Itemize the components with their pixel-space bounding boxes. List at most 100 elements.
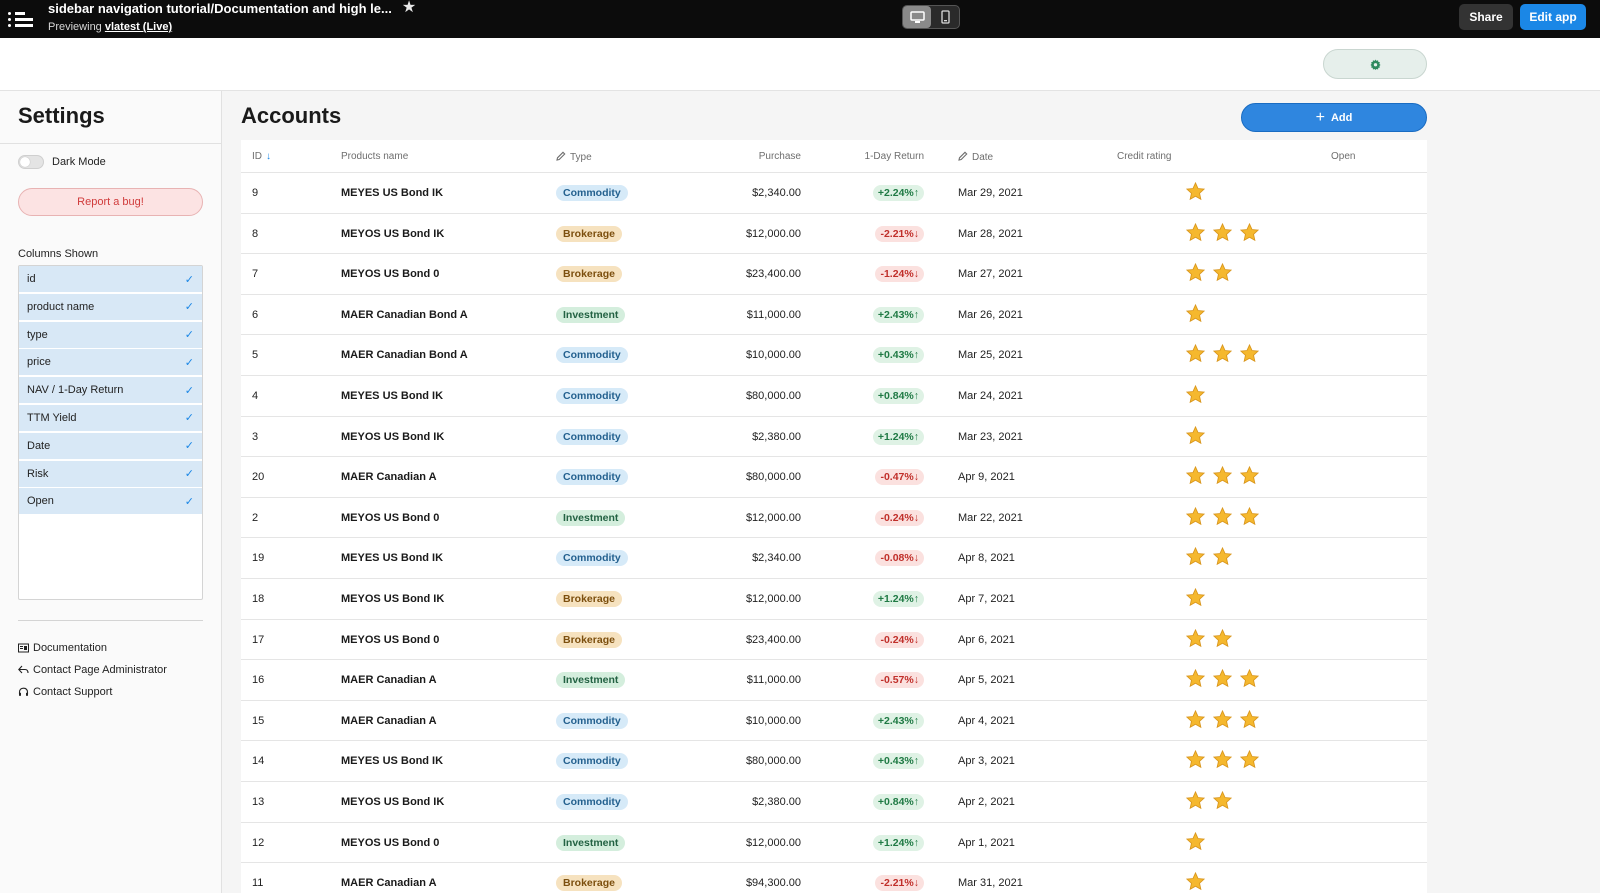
star-icon[interactable]: [1185, 343, 1206, 367]
star-icon[interactable]: [1185, 262, 1206, 286]
version-link[interactable]: vlatest (Live): [105, 21, 172, 33]
star-icon[interactable]: [1185, 425, 1206, 449]
column-option-ttm-yield[interactable]: TTM Yield ✓: [19, 404, 202, 431]
star-icon[interactable]: [1185, 465, 1206, 489]
star-icon[interactable]: [1212, 668, 1233, 692]
star-icon[interactable]: [1212, 343, 1233, 367]
star-icon[interactable]: [1212, 628, 1233, 652]
return-badge: +1.24%↑: [872, 428, 924, 445]
column-header-purchase[interactable]: Purchase: [681, 151, 801, 162]
type-badge: Investment: [556, 834, 626, 851]
cell-type: Commodity: [556, 701, 628, 741]
table-row[interactable]: 18 MEYOS US Bond IK Brokerage $12,000.00 +1.…: [241, 579, 1427, 620]
table-row[interactable]: 17 MEYOS US Bond 0 Brokerage $23,400.00 -0.2…: [241, 620, 1427, 661]
table-row[interactable]: 7 MEYOS US Bond 0 Brokerage $23,400.00 -1.24…: [241, 254, 1427, 295]
cell-credit-rating: [1185, 620, 1233, 660]
star-icon[interactable]: [1185, 506, 1206, 530]
edit-app-button[interactable]: Edit app: [1520, 4, 1586, 30]
star-icon[interactable]: [1212, 465, 1233, 489]
table-row[interactable]: 15 MAER Canadian A Commodity $10,000.00 +2.4…: [241, 701, 1427, 742]
star-icon[interactable]: [1185, 181, 1206, 205]
column-option-nav[interactable]: NAV / 1-Day Return ✓: [19, 377, 202, 404]
column-option-price[interactable]: price ✓: [19, 349, 202, 376]
table-row[interactable]: 8 MEYOS US Bond IK Brokerage $12,000.00 -2.2…: [241, 214, 1427, 255]
star-icon[interactable]: [1185, 790, 1206, 814]
column-option-label: product name: [27, 300, 95, 313]
star-icon[interactable]: [1212, 506, 1233, 530]
star-icon[interactable]: [1212, 790, 1233, 814]
star-icon[interactable]: [1185, 749, 1206, 773]
table-row[interactable]: 20 MAER Canadian A Commodity $80,000.00 -0.4…: [241, 457, 1427, 498]
page-title: Accounts: [241, 103, 342, 128]
star-icon[interactable]: [1185, 587, 1206, 611]
star-icon[interactable]: [1185, 384, 1206, 408]
star-icon[interactable]: [1239, 506, 1260, 530]
column-option-id[interactable]: id ✓: [19, 266, 202, 292]
column-header-name[interactable]: Products name: [341, 151, 408, 162]
star-icon[interactable]: [1185, 668, 1206, 692]
dark-mode-switch[interactable]: [18, 155, 44, 169]
table-row[interactable]: 6 MAER Canadian Bond A Investment $11,000.0…: [241, 295, 1427, 336]
app-menu-icon[interactable]: [8, 8, 38, 30]
column-option-type[interactable]: type ✓: [19, 321, 202, 348]
arrow-down-icon: ↓: [913, 268, 919, 281]
type-badge: Investment: [556, 672, 626, 689]
table-row[interactable]: 9 MEYES US Bond IK Commodity $2,340.00 +2.24…: [241, 173, 1427, 214]
star-icon[interactable]: [1212, 749, 1233, 773]
star-icon[interactable]: [1212, 222, 1233, 246]
table-row[interactable]: 13 MEYOS US Bond IK Commodity $2,380.00 +0.8…: [241, 782, 1427, 823]
star-icon[interactable]: [1239, 222, 1260, 246]
star-icon[interactable]: [1239, 343, 1260, 367]
star-icon[interactable]: [1185, 871, 1206, 893]
column-option-product-name[interactable]: product name ✓: [19, 293, 202, 320]
cell-id: 8: [252, 227, 259, 240]
contact-support-link[interactable]: Contact Support: [18, 681, 167, 703]
table-row[interactable]: 12 MEYOS US Bond 0 Investment $12,000.00 +1.…: [241, 823, 1427, 864]
star-icon[interactable]: ★: [402, 0, 416, 16]
mobile-view-icon[interactable]: [931, 6, 959, 28]
share-button[interactable]: Share: [1459, 4, 1513, 30]
contact-admin-link[interactable]: Contact Page Administrator: [18, 659, 167, 681]
settings-button[interactable]: [1323, 49, 1427, 79]
star-icon[interactable]: [1239, 749, 1260, 773]
report-bug-button[interactable]: Report a bug!: [18, 188, 203, 216]
documentation-link[interactable]: Documentation: [18, 637, 167, 659]
add-button[interactable]: + Add: [1241, 103, 1427, 132]
desktop-view-icon[interactable]: [903, 6, 931, 28]
star-icon[interactable]: [1185, 628, 1206, 652]
table-row[interactable]: 19 MEYES US Bond IK Commodity $2,340.00 -0.0…: [241, 538, 1427, 579]
dark-mode-toggle[interactable]: Dark Mode: [18, 155, 106, 169]
star-icon[interactable]: [1185, 303, 1206, 327]
column-header-id[interactable]: ID ↓: [252, 151, 271, 162]
table-row[interactable]: 3 MEYOS US Bond IK Commodity $2,380.00 +1.24…: [241, 417, 1427, 458]
table-row[interactable]: 14 MEYES US Bond IK Commodity $80,000.00 +0.…: [241, 741, 1427, 782]
star-icon[interactable]: [1212, 262, 1233, 286]
column-header-rating[interactable]: Credit rating: [1117, 151, 1171, 162]
column-header-return[interactable]: 1-Day Return: [821, 151, 924, 162]
star-icon[interactable]: [1212, 546, 1233, 570]
cell-return: -1.24%↓: [821, 254, 924, 294]
table-row[interactable]: 5 MAER Canadian Bond A Commodity $10,000.00…: [241, 335, 1427, 376]
table-row[interactable]: 2 MEYOS US Bond 0 Investment $12,000.00 -0.2…: [241, 498, 1427, 539]
star-icon[interactable]: [1185, 546, 1206, 570]
sidebar-divider: [0, 143, 222, 144]
cell-product-name: MEYES US Bond IK: [341, 390, 444, 402]
column-option-risk[interactable]: Risk ✓: [19, 460, 202, 487]
star-icon[interactable]: [1185, 709, 1206, 733]
star-icon[interactable]: [1239, 709, 1260, 733]
star-icon[interactable]: [1239, 668, 1260, 692]
column-header-type[interactable]: Type: [556, 151, 592, 164]
star-icon[interactable]: [1185, 831, 1206, 855]
star-icon[interactable]: [1185, 222, 1206, 246]
column-header-open[interactable]: Open: [1331, 151, 1355, 162]
table-row[interactable]: 4 MEYES US Bond IK Commodity $80,000.00 +0.8…: [241, 376, 1427, 417]
star-icon[interactable]: [1239, 465, 1260, 489]
table-row[interactable]: 16 MAER Canadian A Investment $11,000.00 -0.…: [241, 660, 1427, 701]
column-header-date[interactable]: Date: [958, 151, 993, 164]
cell-credit-rating: [1185, 498, 1260, 538]
star-icon[interactable]: [1212, 709, 1233, 733]
cell-id: 2: [252, 511, 259, 524]
column-option-date[interactable]: Date ✓: [19, 432, 202, 459]
table-row[interactable]: 11 MAER Canadian A Brokerage $94,300.00 -2.2…: [241, 863, 1427, 893]
column-option-open[interactable]: Open ✓: [19, 488, 202, 515]
